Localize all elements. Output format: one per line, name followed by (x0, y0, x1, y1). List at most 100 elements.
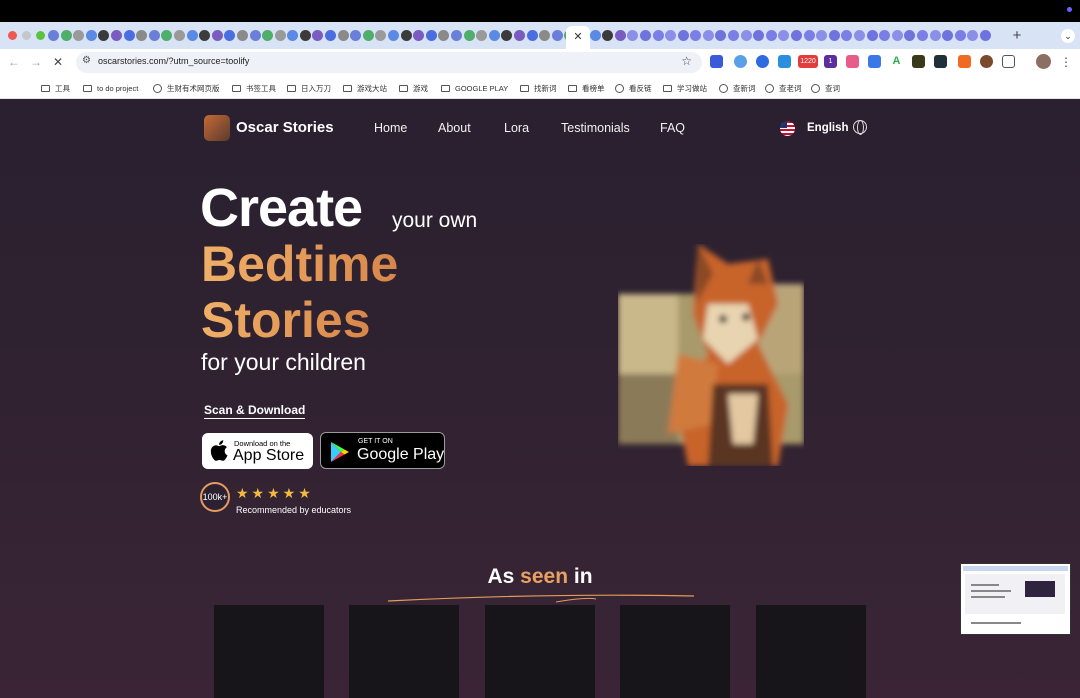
pinned-tabs[interactable] (48, 30, 1008, 41)
tab-favicon-icon[interactable] (639, 30, 651, 41)
tab-favicon-icon[interactable] (501, 30, 513, 41)
extension-icon[interactable] (846, 55, 859, 68)
extension-icon[interactable] (912, 55, 925, 68)
tab-favicon-icon[interactable] (929, 30, 941, 41)
tab-favicon-icon[interactable] (451, 30, 462, 41)
tab-favicon-icon[interactable] (161, 30, 173, 41)
bookmark-item[interactable]: 看反链 (615, 82, 652, 94)
tab-favicon-icon[interactable] (879, 30, 891, 41)
tab-favicon-icon[interactable] (753, 30, 765, 41)
us-flag-icon[interactable] (780, 121, 795, 136)
tab-favicon-icon[interactable] (262, 30, 274, 41)
nav-home[interactable]: Home (374, 121, 407, 135)
bookmark-item[interactable]: 工具 (41, 82, 70, 94)
address-bar[interactable]: ⚙ oscarstories.com/?utm_source=toolify ☆ (76, 52, 702, 73)
tab-favicon-icon[interactable] (841, 30, 853, 41)
tab-favicon-icon[interactable] (236, 30, 248, 41)
tab-favicon-icon[interactable] (828, 30, 840, 41)
site-info-icon[interactable]: ⚙ (82, 55, 91, 66)
extension-icon[interactable] (980, 55, 993, 68)
tab-favicon-icon[interactable] (48, 30, 59, 41)
screenshot-thumbnail-preview[interactable] (960, 563, 1071, 635)
tab-favicon-icon[interactable] (60, 30, 72, 41)
extension-icon[interactable] (958, 55, 971, 68)
bookmark-star-icon[interactable]: ☆ (681, 54, 692, 68)
tab-search-icon[interactable]: ⌄ (1061, 29, 1075, 43)
extension-badge-icon[interactable]: 1 (824, 55, 837, 68)
maximize-window-button[interactable] (36, 31, 45, 40)
nav-testimonials[interactable]: Testimonials (561, 121, 630, 135)
tab-favicon-icon[interactable] (677, 30, 689, 41)
tab-favicon-icon[interactable] (513, 30, 525, 41)
tab-favicon-icon[interactable] (904, 30, 916, 41)
tab-favicon-icon[interactable] (98, 30, 110, 41)
language-selector[interactable]: English (807, 122, 849, 134)
address-url[interactable]: oscarstories.com/?utm_source=toolify (98, 56, 249, 66)
tab-favicon-icon[interactable] (602, 30, 614, 41)
tab-favicon-icon[interactable] (740, 30, 752, 41)
tab-favicon-icon[interactable] (249, 30, 261, 41)
bookmark-item[interactable]: to do project (83, 82, 138, 94)
press-logo-card[interactable] (620, 605, 730, 698)
bookmark-item[interactable]: 生财有术网页版 (153, 82, 220, 94)
extension-badge-icon[interactable]: 1220 (798, 55, 818, 68)
tab-favicon-icon[interactable] (891, 30, 903, 41)
tab-favicon-icon[interactable] (413, 30, 425, 41)
google-play-button[interactable]: GET IT ON Google Play (320, 432, 445, 469)
extension-icon[interactable] (868, 55, 881, 68)
active-tab-close-icon[interactable]: ✕ (566, 26, 590, 49)
tab-favicon-icon[interactable] (866, 30, 878, 41)
tab-favicon-icon[interactable] (388, 30, 400, 41)
tab-favicon-icon[interactable] (463, 30, 475, 41)
tab-favicon-icon[interactable] (299, 30, 311, 41)
tab-favicon-icon[interactable] (803, 30, 815, 41)
globe-icon[interactable] (853, 120, 867, 135)
tab-favicon-icon[interactable] (337, 30, 349, 41)
close-window-button[interactable] (8, 31, 17, 40)
tab-favicon-icon[interactable] (627, 30, 639, 41)
tab-favicon-icon[interactable] (224, 30, 236, 41)
tab-favicon-icon[interactable] (979, 30, 991, 41)
extension-icon[interactable]: A (890, 55, 903, 68)
tab-favicon-icon[interactable] (715, 30, 727, 41)
cloud-extension-icon[interactable] (734, 55, 747, 68)
stop-loading-icon[interactable]: ✕ (50, 54, 66, 70)
tab-favicon-icon[interactable] (854, 30, 865, 41)
tab-favicon-icon[interactable] (425, 30, 437, 41)
bookmark-item[interactable]: 游戏 (399, 82, 428, 94)
tab-favicon-icon[interactable] (287, 30, 299, 41)
forward-icon[interactable]: → (28, 54, 44, 70)
bookmark-item[interactable]: 学习做站 (663, 82, 707, 94)
nav-about[interactable]: About (438, 121, 471, 135)
extension-icon[interactable] (934, 55, 947, 68)
tab-favicon-icon[interactable] (916, 30, 928, 41)
press-logo-card[interactable] (485, 605, 595, 698)
new-tab-button[interactable]: + (1010, 26, 1024, 46)
tab-favicon-icon[interactable] (942, 30, 954, 41)
tab-favicon-icon[interactable] (728, 30, 740, 41)
tab-favicon-icon[interactable] (816, 30, 828, 41)
scan-download-link[interactable]: Scan & Download (204, 403, 306, 419)
puzzle-extension-icon[interactable] (778, 55, 791, 68)
tab-favicon-icon[interactable] (526, 30, 538, 41)
nav-lora[interactable]: Lora (504, 121, 529, 135)
tab-favicon-icon[interactable] (539, 30, 551, 41)
tab-favicon-icon[interactable] (186, 30, 198, 41)
tab-favicon-icon[interactable] (665, 30, 677, 41)
tab-favicon-icon[interactable] (173, 30, 185, 41)
app-store-button[interactable]: Download on the App Store (202, 433, 313, 469)
tab-favicon-icon[interactable] (652, 30, 664, 41)
tab-favicon-icon[interactable] (954, 30, 966, 41)
tab-favicon-icon[interactable] (438, 30, 450, 41)
back-icon[interactable]: ← (6, 54, 22, 70)
extension-icon[interactable] (756, 55, 769, 68)
bookmark-item[interactable]: 查新词 (719, 82, 756, 94)
bookmark-item[interactable]: GOOGLE PLAY (441, 82, 508, 94)
tab-favicon-icon[interactable] (274, 30, 286, 41)
tab-favicon-icon[interactable] (488, 30, 500, 41)
tab-favicon-icon[interactable] (85, 30, 97, 41)
press-logo-card[interactable] (349, 605, 459, 698)
tab-favicon-icon[interactable] (350, 30, 362, 41)
bookmark-item[interactable]: 日入万刀 (287, 82, 331, 94)
tab-favicon-icon[interactable] (778, 30, 790, 41)
